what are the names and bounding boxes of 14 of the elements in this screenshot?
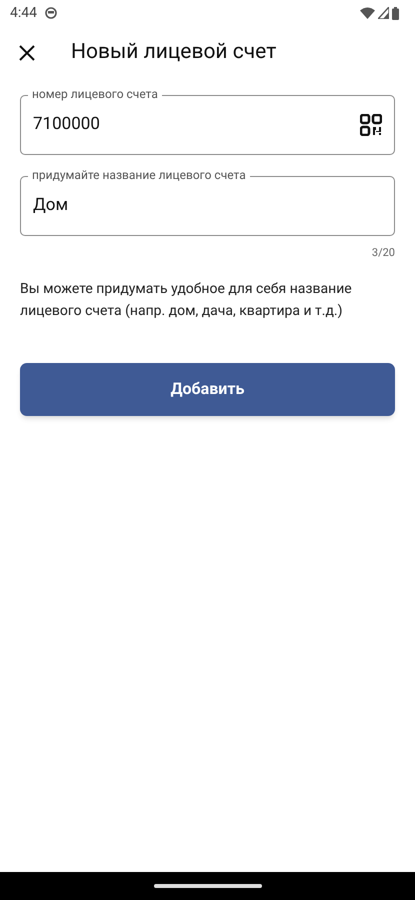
notification-icon	[45, 7, 57, 19]
battery-icon	[392, 6, 399, 20]
page-title: Новый лицевой счет	[71, 39, 276, 66]
status-time: 4:44	[10, 4, 37, 22]
signal-icon	[378, 7, 389, 19]
character-counter: 3/20	[372, 245, 395, 261]
qr-code-icon[interactable]	[360, 114, 382, 136]
add-button[interactable]: Добавить	[20, 362, 395, 416]
input-field[interactable]: 7100000	[33, 112, 360, 138]
field-label: придумайте название лицевого счета	[28, 167, 250, 183]
close-icon[interactable]	[18, 44, 36, 62]
hint-text: Вы можете придумать удобное для себя название лицевого счета (напр. дом, дача, квартира и т.д.)	[20, 280, 353, 320]
input-field[interactable]: Дом	[33, 193, 382, 219]
wifi-icon	[360, 7, 375, 19]
